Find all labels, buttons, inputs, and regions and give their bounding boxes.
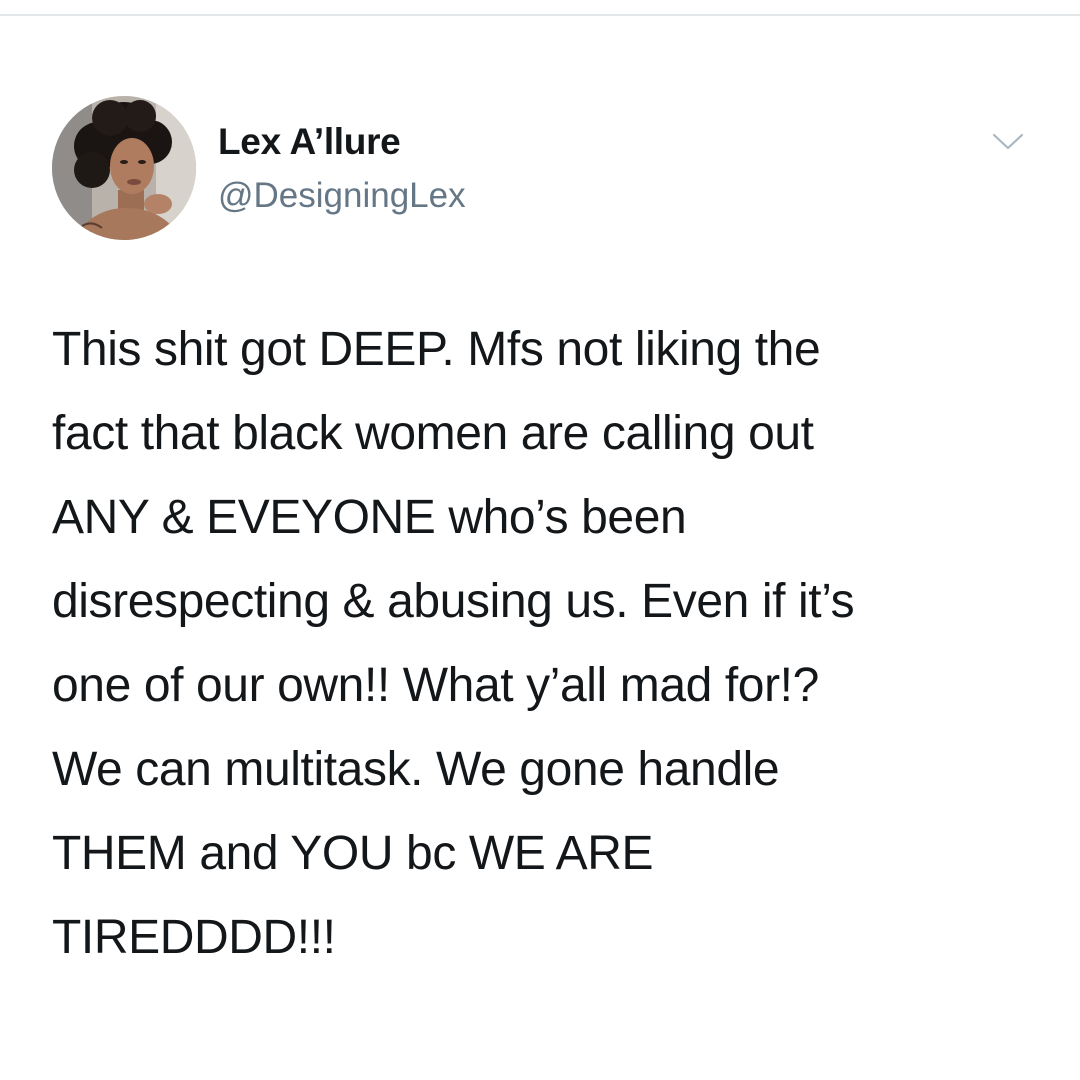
avatar-image (52, 96, 196, 240)
tweet-text-line: disrespecting & abusing us. Even if it’s (52, 575, 855, 628)
chevron-down-icon[interactable] (986, 126, 1030, 156)
tweet-text-line: TIREDDDD!!! (52, 911, 336, 964)
tweet-text-line: fact that black women are calling out (52, 407, 814, 460)
author-name[interactable]: Lex A’llure (218, 121, 401, 163)
tweet-card: Lex A’llure @DesigningLex This shit got … (0, 0, 1080, 1080)
tweet-text: This shit got DEEP. Mfs not liking the f… (52, 308, 1042, 980)
avatar[interactable] (52, 96, 196, 240)
tweet-text-line: This shit got DEEP. Mfs not liking the (52, 323, 821, 376)
tweet-text-line: THEM and YOU bc WE ARE (52, 827, 654, 880)
tweet-text-line: one of our own!! What y’all mad for!? (52, 659, 819, 712)
author-handle[interactable]: @DesigningLex (218, 176, 466, 216)
tweet-text-line: ANY & EVEYONE who’s been (52, 491, 687, 544)
tweet-text-line: We can multitask. We gone handle (52, 743, 780, 796)
